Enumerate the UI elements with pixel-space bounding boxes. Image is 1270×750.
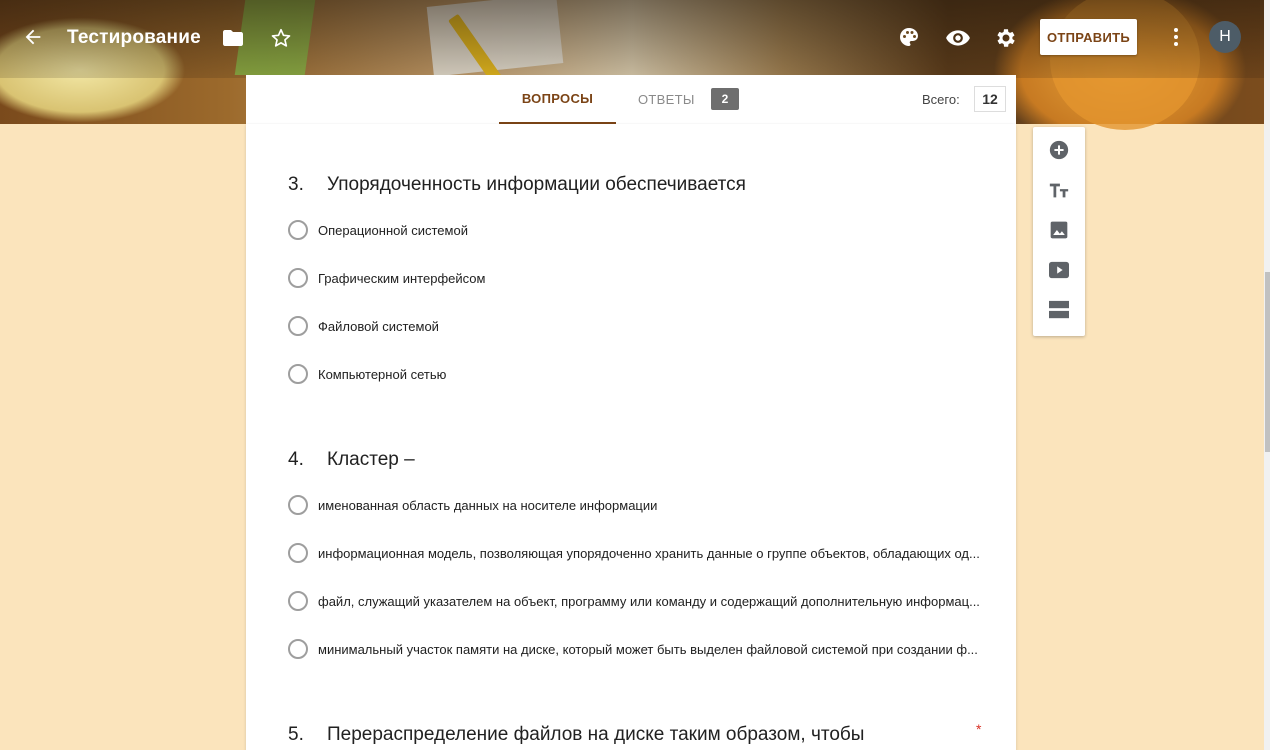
answers-count-badge: 2	[711, 88, 739, 110]
required-asterisk: *	[976, 721, 982, 737]
tab-questions[interactable]: ВОПРОСЫ	[499, 75, 616, 124]
question-title: 4. Кластер –	[288, 449, 415, 471]
option-label: Компьютерной сетью	[318, 366, 447, 382]
option-label: Графическим интерфейсом	[318, 270, 486, 286]
question-text: Кластер –	[327, 449, 415, 470]
radio-button[interactable]	[288, 364, 308, 384]
option-item[interactable]: Графическим интерфейсом	[288, 268, 485, 288]
star-icon[interactable]	[268, 25, 294, 51]
settings-gear-icon[interactable]	[992, 24, 1020, 52]
option-item[interactable]: минимальный участок памяти на диске, кот…	[288, 639, 978, 659]
palette-icon[interactable]	[896, 24, 922, 50]
section-icon[interactable]	[1047, 298, 1071, 322]
folder-icon[interactable]	[220, 26, 246, 50]
back-arrow-icon[interactable]	[20, 24, 46, 50]
preview-eye-icon[interactable]	[944, 24, 972, 52]
radio-button[interactable]	[288, 591, 308, 611]
question-title: 5. Перераспределение файлов на диске так…	[288, 724, 864, 746]
question-number: 5.	[288, 724, 304, 745]
tab-answers[interactable]: ОТВЕТЫ	[638, 75, 695, 124]
question-text: Перераспределение файлов на диске таким …	[327, 724, 865, 745]
radio-button[interactable]	[288, 268, 308, 288]
scrollbar-thumb[interactable]	[1265, 272, 1270, 452]
option-item[interactable]: Компьютерной сетью	[288, 364, 446, 384]
option-label: Файловой системой	[318, 318, 439, 334]
tabs-bar: ВОПРОСЫ ОТВЕТЫ 2 Всего: 12	[246, 75, 1016, 124]
option-label: Операционной системой	[318, 222, 468, 238]
app-bar: Тестирование ОТПРАВИТЬ Н	[0, 0, 1264, 75]
option-item[interactable]: файл, служащий указателем на объект, про…	[288, 591, 980, 611]
account-avatar[interactable]: Н	[1209, 21, 1241, 53]
question-4[interactable]: 4. Кластер –	[288, 449, 415, 471]
question-title: 3. Упорядоченность информации обеспечива…	[288, 174, 746, 196]
add-question-icon[interactable]	[1047, 138, 1071, 162]
option-item[interactable]: Операционной системой	[288, 220, 468, 240]
option-item[interactable]: Файловой системой	[288, 316, 439, 336]
question-5[interactable]: 5. Перераспределение файлов на диске так…	[288, 724, 864, 746]
question-3[interactable]: 3. Упорядоченность информации обеспечива…	[288, 174, 746, 196]
send-button[interactable]: ОТПРАВИТЬ	[1040, 19, 1137, 55]
option-item[interactable]: информационная модель, позволяющая упоря…	[288, 543, 980, 563]
total-points-label: Всего:	[922, 92, 960, 107]
radio-button[interactable]	[288, 639, 308, 659]
side-toolbar	[1033, 127, 1085, 336]
title-text-icon[interactable]	[1047, 178, 1071, 202]
option-label: файл, служащий указателем на объект, про…	[318, 593, 980, 609]
radio-button[interactable]	[288, 543, 308, 563]
question-number: 3.	[288, 174, 304, 195]
radio-button[interactable]	[288, 220, 308, 240]
total-points-value: 12	[974, 86, 1006, 112]
option-item[interactable]: именованная область данных на носителе и…	[288, 495, 657, 515]
option-label: минимальный участок памяти на диске, кот…	[318, 641, 978, 657]
radio-button[interactable]	[288, 495, 308, 515]
question-number: 4.	[288, 449, 304, 470]
question-text: Упорядоченность информации обеспечиваетс…	[327, 174, 746, 195]
form-card: 3. Упорядоченность информации обеспечива…	[246, 124, 1016, 750]
image-icon[interactable]	[1047, 218, 1071, 242]
more-vert-icon[interactable]	[1166, 24, 1186, 50]
option-label: именованная область данных на носителе и…	[318, 497, 658, 513]
radio-button[interactable]	[288, 316, 308, 336]
video-icon[interactable]	[1047, 258, 1071, 282]
form-title[interactable]: Тестирование	[67, 27, 201, 49]
option-label: информационная модель, позволяющая упоря…	[318, 545, 980, 561]
